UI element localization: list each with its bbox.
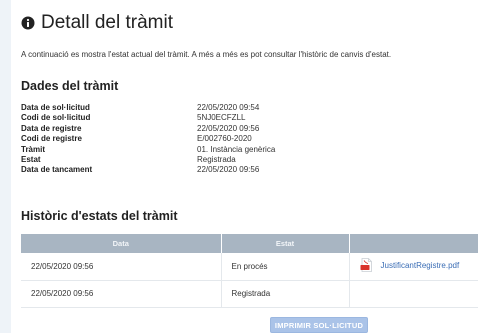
cell-state: En procés xyxy=(221,253,350,281)
detail-row: Data de registre 22/05/2020 09:56 xyxy=(21,124,321,134)
pdf-icon xyxy=(360,258,373,273)
detail-value: 22/05/2020 09:54 xyxy=(197,103,260,112)
cell-state: Registrada xyxy=(221,280,350,308)
detail-row: Codi de registre E/002760-2020 xyxy=(21,134,321,144)
detail-label: Data de registre xyxy=(21,123,82,133)
detail-label: Codi de registre xyxy=(21,134,82,144)
detail-row: Tràmit 01. Instància genèrica xyxy=(21,145,321,155)
detail-row: Data de tancament 22/05/2020 09:56 xyxy=(21,165,321,175)
section-heading-historic: Històric d'estats del tràmit xyxy=(21,209,178,223)
details-list: Data de sol·licitud 22/05/2020 09:54 Cod… xyxy=(21,103,321,176)
document-link[interactable]: JustificantRegistre.pdf xyxy=(360,258,460,273)
detail-label: Tràmit xyxy=(21,144,46,154)
detail-value: Registrada xyxy=(197,154,236,164)
info-circle-icon xyxy=(21,16,35,30)
cell-document: JustificantRegistre.pdf xyxy=(349,253,478,281)
cell-document xyxy=(349,280,478,308)
detail-row: Codi de sol·licitud 5NJ0ECFZLL xyxy=(21,113,321,123)
detail-label: Estat xyxy=(21,154,41,164)
detail-value: 22/05/2020 09:56 xyxy=(197,165,260,175)
table-header-row: Data Estat xyxy=(21,234,478,253)
detail-value: 22/05/2020 09:56 xyxy=(197,123,260,133)
detail-value: 5NJ0ECFZLL xyxy=(197,113,246,123)
column-header-date: Data xyxy=(21,234,222,253)
print-request-button[interactable]: IMPRIMIR SOL·LICITUD xyxy=(270,317,368,333)
detail-row: Estat Registrada xyxy=(21,155,321,165)
column-header-document xyxy=(349,234,478,253)
table-row: 22/05/2020 09:56 Registrada xyxy=(21,280,478,308)
detail-label: Data de sol·licitud xyxy=(21,103,90,112)
page-title: Detall del tràmit xyxy=(41,12,173,33)
column-header-state: Estat xyxy=(221,234,350,253)
detail-value: 01. Instància genèrica xyxy=(197,144,276,154)
intro-text: A continuació es mostra l'estat actual d… xyxy=(21,50,392,59)
cell-date: 22/05/2020 09:56 xyxy=(21,253,222,281)
table-row: 22/05/2020 09:56 En procés JustificantRe… xyxy=(21,253,478,281)
detail-row: Data de sol·licitud 22/05/2020 09:54 xyxy=(21,103,321,113)
main-panel: Detall del tràmit A continuació es mostr… xyxy=(11,0,478,333)
detail-label: Codi de sol·licitud xyxy=(21,113,91,123)
document-link-label: JustificantRegistre.pdf xyxy=(380,260,460,270)
state-history-table: Data Estat 22/05/2020 09:56 En procés Ju… xyxy=(21,234,478,308)
page-header: Detall del tràmit xyxy=(21,12,173,34)
detail-value: E/002760-2020 xyxy=(197,134,252,144)
section-heading-dades: Dades del tràmit xyxy=(21,79,119,93)
detail-label: Data de tancament xyxy=(21,165,93,175)
cell-date: 22/05/2020 09:56 xyxy=(21,280,222,308)
